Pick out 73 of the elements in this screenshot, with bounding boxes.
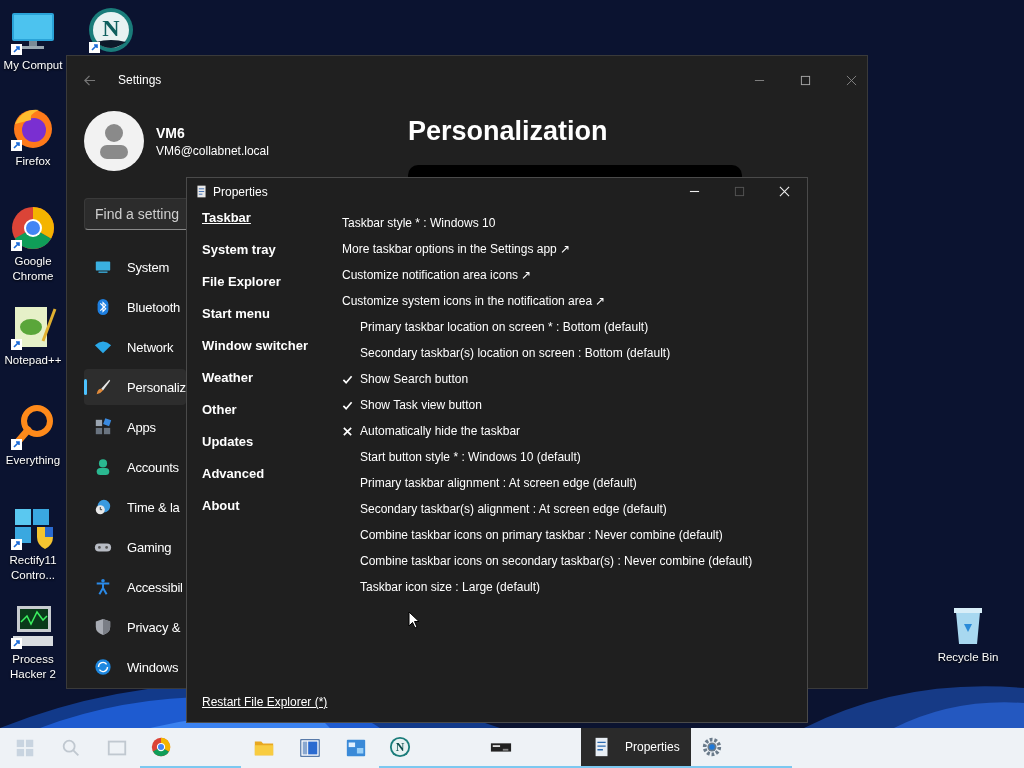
option-label[interactable]: Secondary taskbar(s) alignment : At screen edge (default) bbox=[360, 502, 667, 516]
icon-label: My Comput bbox=[2, 58, 64, 73]
person-icon bbox=[94, 458, 112, 476]
settings-link[interactable]: Customize system icons in the notification area ↗ bbox=[342, 294, 606, 308]
tab[interactable]: System tray bbox=[202, 241, 276, 273]
tab[interactable]: Advanced bbox=[202, 465, 265, 497]
icon-label: Google Chrome bbox=[11, 254, 55, 284]
option-label[interactable]: Combine taskbar icons on secondary taskbar(s) : Never combine (default) bbox=[360, 554, 753, 568]
settings-link[interactable]: Customize notification area icons ↗ bbox=[342, 268, 532, 282]
chrome-icon bbox=[150, 736, 172, 758]
apps-icon bbox=[94, 418, 112, 436]
icon-label: Process Hacker 2 bbox=[9, 652, 57, 682]
chrome-icon[interactable] bbox=[9, 204, 57, 252]
windows-icon bbox=[14, 737, 36, 759]
tab[interactable]: File Explorer bbox=[202, 273, 281, 305]
avatar-icon bbox=[84, 111, 144, 171]
toggle-option[interactable]: Automatically hide the taskbar bbox=[360, 424, 521, 438]
tab[interactable]: Other bbox=[202, 401, 237, 433]
nav-item[interactable]: Accounts bbox=[84, 449, 186, 485]
nav-item[interactable]: Bluetooth bbox=[84, 289, 186, 325]
restart-link[interactable]: Restart File Explorer (*) bbox=[202, 695, 328, 709]
option-label[interactable]: Taskbar style * : Windows 10 bbox=[342, 216, 496, 230]
icon-label: Recycle Bin bbox=[936, 650, 1000, 665]
icon-label: Firefox bbox=[14, 154, 52, 169]
nav-item[interactable]: Accessibil bbox=[84, 569, 186, 605]
globe-icon: N bbox=[389, 736, 411, 758]
tab[interactable]: Updates bbox=[202, 433, 254, 465]
icon-label: Notepad++ bbox=[3, 353, 63, 368]
icon-label: Rectify11 Contro... bbox=[8, 553, 58, 583]
window-title: Settings bbox=[118, 73, 162, 87]
user-name: VM6 bbox=[156, 124, 186, 141]
option-label[interactable]: Secondary taskbar(s) location on screen : Bottom (default) bbox=[360, 346, 671, 360]
maximize-icon bbox=[734, 186, 745, 197]
window-icon bbox=[299, 737, 321, 759]
tab[interactable]: About bbox=[202, 497, 240, 529]
maximize-icon[interactable] bbox=[800, 74, 811, 86]
tab[interactable]: Window switcher bbox=[202, 337, 309, 369]
nav-item[interactable]: Gaming bbox=[84, 529, 186, 565]
nav-item[interactable]: System bbox=[84, 249, 186, 285]
sync-icon bbox=[94, 658, 112, 676]
nav-item[interactable]: Apps bbox=[84, 409, 186, 445]
accessibility-icon bbox=[94, 578, 112, 596]
search-icon bbox=[60, 737, 82, 759]
globe-icon[interactable]: N bbox=[87, 6, 135, 54]
option-label[interactable]: Taskbar icon size : Large (default) bbox=[360, 580, 541, 594]
window-title: Properties bbox=[213, 184, 268, 199]
pointer-icon bbox=[408, 611, 420, 629]
user-email: VM6@collabnet.local bbox=[156, 143, 269, 158]
back-arrow-icon[interactable] bbox=[83, 73, 96, 87]
settings-icon bbox=[701, 736, 723, 758]
tab[interactable]: Weather bbox=[202, 369, 254, 401]
option-label[interactable]: Primary taskbar location on screen * : Bottom (default) bbox=[360, 320, 649, 334]
shield-icon bbox=[94, 618, 112, 636]
option-label[interactable]: Combine taskbar icons on primary taskbar : Never combine (default) bbox=[360, 528, 723, 542]
brush-icon bbox=[94, 378, 112, 396]
nav-item[interactable]: Windows bbox=[84, 649, 186, 685]
option-label[interactable]: Primary taskbar alignment : At screen edge (default) bbox=[360, 476, 637, 490]
toggle-option[interactable]: Show Task view button bbox=[360, 398, 482, 412]
page-title: Personalization bbox=[408, 116, 609, 147]
toggle-option[interactable]: Show Search button bbox=[360, 372, 469, 386]
nav-item[interactable]: Personaliz bbox=[84, 369, 186, 405]
taskbar-button[interactable]: Properties bbox=[581, 728, 691, 768]
clock-globe-icon bbox=[94, 498, 112, 516]
nav-item[interactable]: Network bbox=[84, 329, 186, 365]
document-icon bbox=[197, 185, 206, 198]
option-label[interactable]: Start button style * : Windows 10 (default) bbox=[360, 450, 581, 464]
nav-item[interactable]: Time & la bbox=[84, 489, 186, 525]
icon-label: Everything bbox=[4, 453, 62, 468]
tab[interactable]: Start menu bbox=[202, 305, 270, 337]
settings-link[interactable]: More taskbar options in the Settings app ↗ bbox=[342, 242, 571, 256]
nav-item[interactable]: Privacy & bbox=[84, 609, 186, 645]
taskbar-button[interactable]: N bbox=[379, 728, 480, 768]
control-panel-icon bbox=[345, 737, 367, 759]
